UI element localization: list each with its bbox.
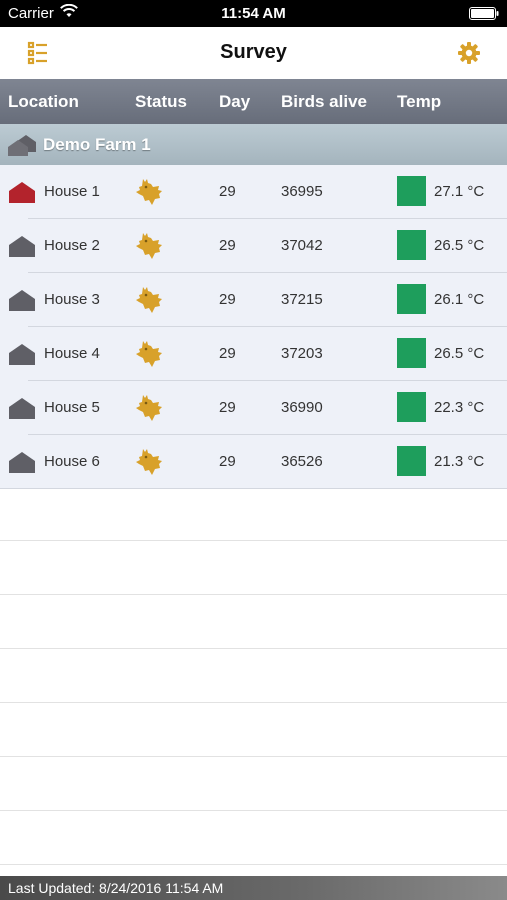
farm-icon xyxy=(8,135,36,156)
empty-row xyxy=(0,595,507,649)
status-bar: Carrier 11:54 AM xyxy=(0,0,507,27)
house-row-4[interactable]: House 4 29 37203 26.5 °C xyxy=(0,327,507,381)
last-updated-label: Last Updated: 8/24/2016 11:54 AM xyxy=(8,880,224,896)
temp-status-swatch xyxy=(397,338,426,368)
house-name: House 1 xyxy=(44,183,100,200)
empty-row xyxy=(0,541,507,595)
house-name: House 6 xyxy=(44,453,100,470)
temp-status-swatch xyxy=(397,176,426,206)
house-temp: 22.3 °C xyxy=(434,399,485,416)
chicken-status-icon xyxy=(136,233,162,259)
nav-bar: Survey xyxy=(0,27,507,79)
house-day: 29 xyxy=(219,237,236,254)
temp-status-swatch xyxy=(397,446,426,476)
temp-status-swatch xyxy=(397,230,426,260)
page-title: Survey xyxy=(220,41,287,63)
farm-group-row[interactable]: Demo Farm 1 xyxy=(0,124,507,166)
empty-row xyxy=(0,649,507,703)
house-day: 29 xyxy=(219,345,236,362)
house-row-3[interactable]: House 3 29 37215 26.1 °C xyxy=(0,273,507,327)
house-birds-alive: 37203 xyxy=(281,345,323,362)
column-birds-alive[interactable]: Birds alive xyxy=(281,92,367,112)
column-day[interactable]: Day xyxy=(219,92,250,112)
temp-status-swatch xyxy=(397,284,426,314)
battery-icon xyxy=(469,7,499,20)
house-icon xyxy=(9,452,35,473)
house-name: House 3 xyxy=(44,291,100,308)
house-birds-alive: 36990 xyxy=(281,399,323,416)
column-status[interactable]: Status xyxy=(135,92,187,112)
house-day: 29 xyxy=(219,453,236,470)
house-day: 29 xyxy=(219,399,236,416)
empty-row xyxy=(0,703,507,757)
empty-row xyxy=(0,811,507,865)
house-temp: 27.1 °C xyxy=(434,183,485,200)
temp-status-swatch xyxy=(397,392,426,422)
chicken-status-icon xyxy=(136,287,162,313)
empty-row xyxy=(0,757,507,811)
house-row-5[interactable]: House 5 29 36990 22.3 °C xyxy=(0,381,507,435)
house-row-6[interactable]: House 6 29 36526 21.3 °C xyxy=(0,435,507,489)
house-icon xyxy=(9,398,35,419)
empty-row xyxy=(0,487,507,541)
status-time: 11:54 AM xyxy=(221,5,286,22)
footer-bar: Last Updated: 8/24/2016 11:54 AM xyxy=(0,876,507,900)
house-name: House 4 xyxy=(44,345,100,362)
house-name: House 5 xyxy=(44,399,100,416)
house-birds-alive: 36995 xyxy=(281,183,323,200)
house-birds-alive: 36526 xyxy=(281,453,323,470)
house-temp: 21.3 °C xyxy=(434,453,485,470)
chicken-status-icon xyxy=(136,341,162,367)
house-list: House 1 29 36995 27.1 °C House 2 29 3704… xyxy=(0,165,507,489)
house-day: 29 xyxy=(219,183,236,200)
house-alert-icon xyxy=(9,182,35,203)
empty-rows xyxy=(0,487,507,865)
column-header: Location Status Day Birds alive Temp xyxy=(0,79,507,124)
gear-icon[interactable] xyxy=(454,38,484,68)
column-temp[interactable]: Temp xyxy=(397,92,441,112)
farm-name: Demo Farm 1 xyxy=(43,135,151,154)
column-location[interactable]: Location xyxy=(8,92,79,112)
house-temp: 26.5 °C xyxy=(434,237,485,254)
house-icon xyxy=(9,236,35,257)
house-day: 29 xyxy=(219,291,236,308)
chicken-status-icon xyxy=(136,449,162,475)
house-name: House 2 xyxy=(44,237,100,254)
house-birds-alive: 37215 xyxy=(281,291,323,308)
chicken-status-icon xyxy=(136,179,162,205)
house-temp: 26.1 °C xyxy=(434,291,485,308)
house-icon xyxy=(9,290,35,311)
house-birds-alive: 37042 xyxy=(281,237,323,254)
house-temp: 26.5 °C xyxy=(434,345,485,362)
house-row-2[interactable]: House 2 29 37042 26.5 °C xyxy=(0,219,507,273)
house-row-1[interactable]: House 1 29 36995 27.1 °C xyxy=(0,165,507,219)
house-icon xyxy=(9,344,35,365)
chicken-status-icon xyxy=(136,395,162,421)
